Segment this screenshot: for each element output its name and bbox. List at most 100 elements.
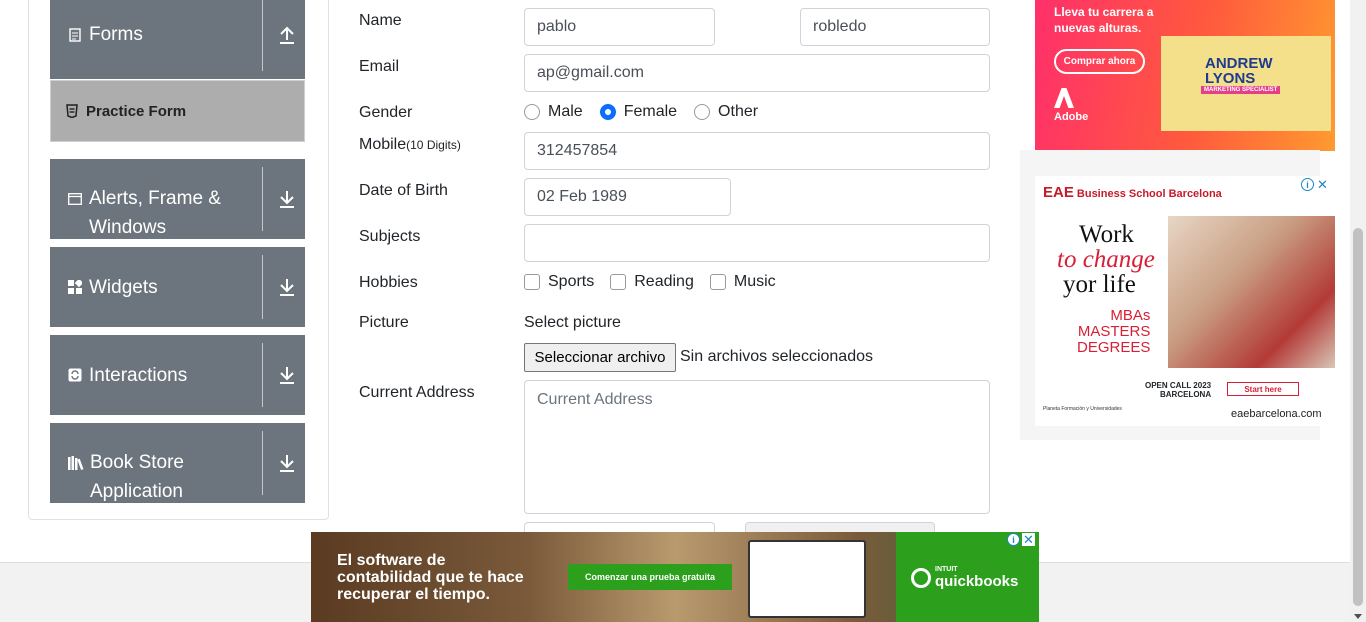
quickbooks-logo-icon	[911, 568, 931, 588]
select-picture-label: Select picture	[524, 314, 621, 331]
collapse-arrow-icon[interactable]	[278, 25, 296, 45]
page: Forms Practice Form Alerts, Frame & Wind…	[0, 0, 1366, 622]
eae-brand: EAE	[1043, 184, 1074, 201]
adobe-logo-icon	[1054, 88, 1074, 108]
document-icon	[68, 27, 82, 42]
mobile-input[interactable]: 312457854	[524, 132, 990, 170]
ad-headline: El software de contabilidad que te hace re…	[337, 552, 524, 603]
gender-radio-group: Male Female Other	[524, 103, 773, 121]
degree-line: MASTERS	[1077, 323, 1151, 340]
close-icon[interactable]: ✕	[1316, 177, 1329, 192]
ad-headline-line: Lleva tu carrera a	[1054, 5, 1154, 19]
eae-brand-sub: Business School Barcelona	[1076, 188, 1222, 200]
eae-logo: EAE Business School Barcelona	[1043, 184, 1222, 201]
adobe-ad[interactable]: Lleva tu carrera a nuevas alturas. Compra…	[1035, 0, 1335, 151]
expand-arrow-icon[interactable]	[278, 189, 296, 209]
radio-button-checked[interactable]	[599, 104, 616, 120]
radio-button[interactable]	[694, 104, 711, 120]
sidebar-group-interactions[interactable]: Interactions	[50, 335, 305, 415]
info-icon[interactable]: i	[1007, 533, 1020, 546]
ad-line: El software de	[337, 552, 446, 569]
headline-line: to change	[1057, 246, 1155, 273]
hobby-reading-option[interactable]: Reading	[610, 273, 694, 291]
radio-label: Male	[548, 103, 583, 120]
eae-degrees: MBAs MASTERS DEGREES	[1077, 308, 1150, 356]
adobe-brand-text: Adobe	[1054, 111, 1089, 123]
ad-cta-button[interactable]: Comenzar una prueba gratuita	[568, 564, 732, 590]
expand-arrow-icon[interactable]	[278, 453, 296, 473]
quickbooks-text: quickbooks	[935, 573, 1019, 590]
ad-line: recuperar el tiempo.	[337, 586, 490, 603]
ad-cta-button[interactable]: Comprar ahora	[1054, 49, 1145, 74]
eae-ad[interactable]: EAE Business School Barcelona Work to ch…	[1035, 176, 1335, 426]
scrollbar-thumb[interactable]	[1353, 228, 1363, 606]
first-name-input[interactable]: pablo	[524, 8, 715, 46]
hobbies-checkbox-group: Sports Reading Music	[524, 273, 791, 291]
divider	[262, 343, 263, 407]
current-address-textarea[interactable]: Current Address	[524, 380, 990, 514]
headline-line: yor life	[1063, 271, 1136, 298]
divider	[262, 0, 263, 71]
degree-line: DEGREES	[1077, 339, 1151, 356]
picture-label: Picture	[359, 314, 409, 331]
radio-label: Other	[718, 103, 759, 120]
subjects-input[interactable]	[524, 224, 990, 262]
scroll-down-icon[interactable]	[1354, 614, 1362, 619]
gender-other-option[interactable]: Other	[694, 103, 758, 121]
sidebar-group-title: Book Store Application	[90, 452, 184, 502]
sidebar-group-widgets[interactable]: Widgets	[50, 247, 305, 327]
laptop-screenshot	[748, 540, 866, 618]
address-label: Current Address	[359, 384, 475, 401]
sidebar-group-title: Alerts, Frame & Windows	[89, 188, 221, 238]
email-input[interactable]: ap@gmail.com	[524, 54, 990, 92]
sidebar-item-practice-form[interactable]: Practice Form	[50, 80, 305, 142]
radio-button[interactable]	[524, 104, 540, 120]
close-icon[interactable]: ✕	[1022, 532, 1035, 547]
divider	[262, 167, 263, 231]
expand-arrow-icon[interactable]	[278, 365, 296, 385]
checkbox-label: Reading	[634, 273, 694, 290]
quickbooks-wordmark: INTUIT quickbooks	[935, 566, 1018, 590]
ad-profile-card: ANDREW LYONS MARKETING SPECIALIST	[1161, 36, 1331, 131]
divider	[262, 255, 263, 319]
ad-headline-line: nuevas alturas.	[1054, 21, 1142, 35]
ad-choices[interactable]: i ✕	[1007, 532, 1037, 548]
gender-female-option[interactable]: Female	[599, 103, 678, 121]
checkbox[interactable]	[610, 274, 627, 290]
quickbooks-logo: INTUIT quickbooks	[911, 566, 1018, 590]
sidebar-group-alerts[interactable]: Alerts, Frame & Windows	[50, 159, 305, 239]
expand-arrow-icon[interactable]	[278, 277, 296, 297]
radio-label: Female	[623, 103, 678, 120]
ad-line: contabilidad que te hace	[337, 569, 524, 586]
sidebar-group-forms[interactable]: Forms	[50, 0, 305, 79]
partner-logo: Planeta Formación y Universidades	[1043, 406, 1122, 412]
info-icon[interactable]: i	[1301, 178, 1314, 191]
last-name-input[interactable]: robledo	[800, 8, 990, 46]
scrollbar[interactable]	[1350, 0, 1366, 622]
divider	[262, 431, 263, 495]
file-status-text: Sin archivos seleccionados	[680, 348, 873, 365]
hobby-sports-option[interactable]: Sports	[524, 273, 594, 291]
start-here-button[interactable]: Start here	[1227, 382, 1299, 396]
ad-headline: Lleva tu carrera a nuevas alturas.	[1054, 4, 1153, 36]
people-photo	[1168, 216, 1335, 368]
ad-choices[interactable]: i ✕	[1301, 177, 1331, 193]
mobile-label-text: Mobile	[359, 136, 407, 153]
dob-input[interactable]: 02 Feb 1989	[524, 178, 731, 216]
form-icon	[66, 104, 78, 118]
sidebar-item-label: Practice Form	[86, 102, 187, 120]
hobby-music-option[interactable]: Music	[709, 273, 776, 291]
card-role: MARKETING SPECIALIST	[1201, 86, 1281, 94]
gender-male-option[interactable]: Male	[524, 103, 583, 121]
adobe-logo: Adobe	[1054, 88, 1088, 123]
checkbox-label: Music	[733, 273, 776, 290]
checkbox[interactable]	[524, 274, 540, 290]
card-name-line: LYONS	[1205, 70, 1256, 87]
mobile-label: Mobile(10 Digits)	[359, 136, 461, 154]
sidebar-group-bookstore[interactable]: Book Store Application	[50, 423, 305, 503]
checkbox[interactable]	[709, 274, 726, 290]
quickbooks-ad[interactable]: El software de contabilidad que te hace re…	[311, 532, 1039, 622]
file-upload-button[interactable]: Seleccionar archivo	[524, 343, 676, 372]
sidebar-group-title: Widgets	[89, 276, 158, 298]
sidebar-group-title: Forms	[89, 24, 143, 45]
